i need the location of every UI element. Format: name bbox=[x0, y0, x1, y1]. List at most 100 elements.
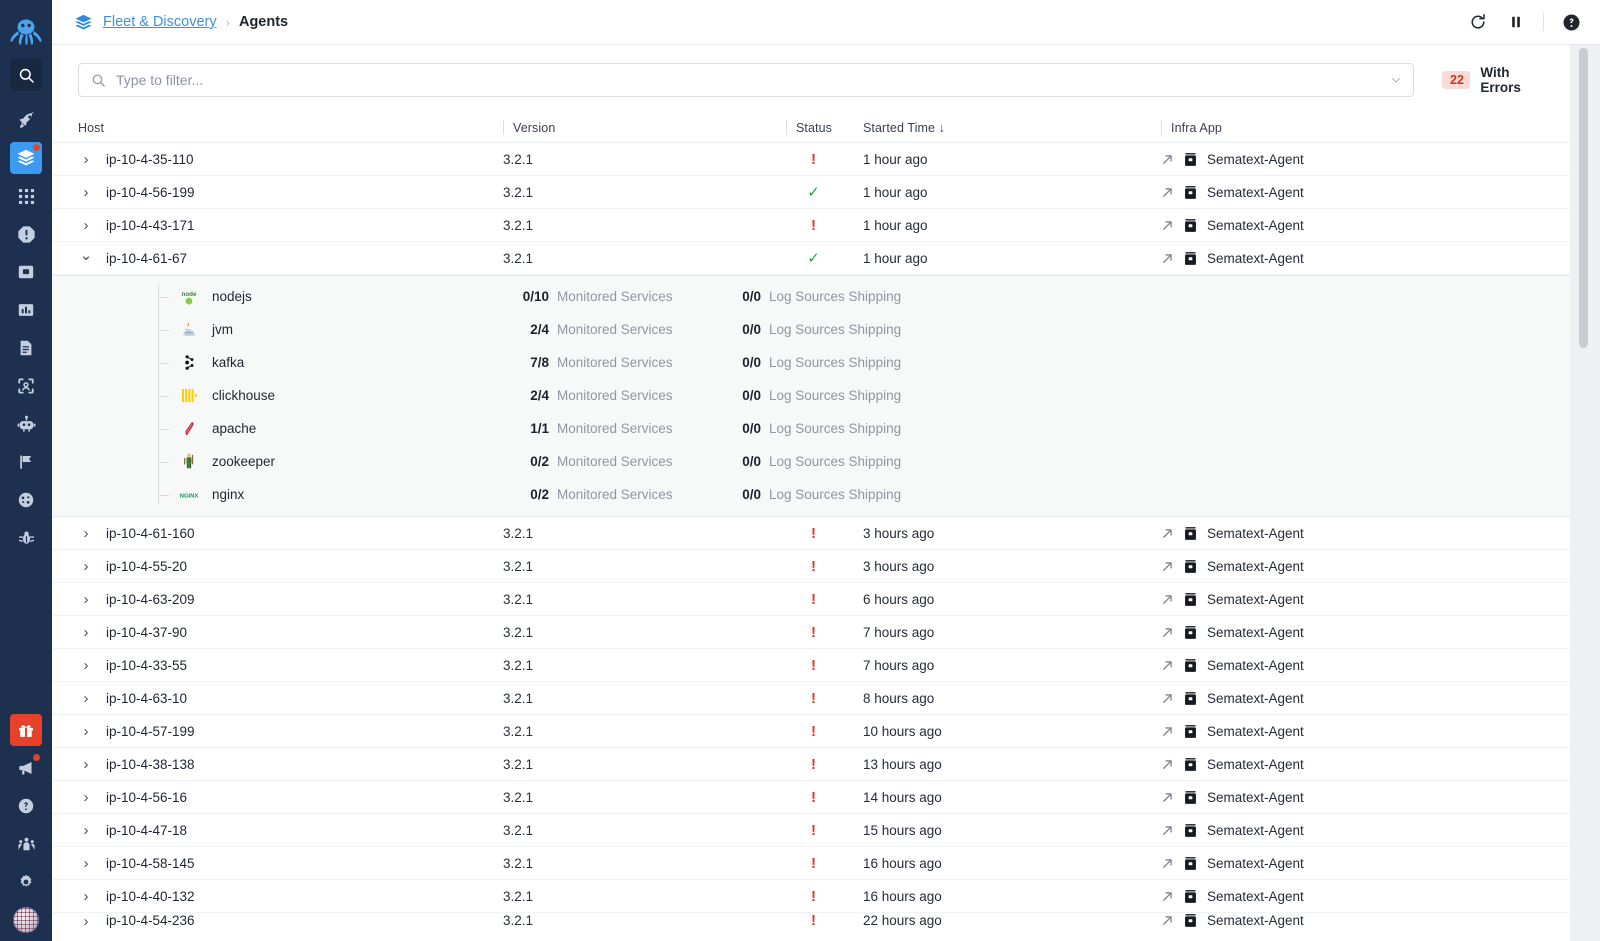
table-row[interactable]: › ip-10-4-63-209 3.2.1! 6 hours ago Sematext… bbox=[52, 583, 1570, 616]
account-avatar[interactable] bbox=[13, 907, 39, 933]
search-input[interactable] bbox=[116, 72, 1389, 88]
table-row[interactable]: › ip-10-4-58-145 3.2.1! 16 hours ago Sematex… bbox=[52, 847, 1570, 880]
table-row[interactable]: › ip-10-4-56-16 3.2.1! 14 hours ago Sematext… bbox=[52, 781, 1570, 814]
host-cell[interactable]: ip-10-4-56-199 bbox=[106, 185, 503, 200]
external-link-icon[interactable] bbox=[1161, 186, 1174, 199]
column-header-infra-app[interactable]: Infra App bbox=[1171, 121, 1222, 135]
table-row[interactable]: › ip-10-4-57-199 3.2.1! 10 hours ago Sematex… bbox=[52, 715, 1570, 748]
external-link-icon[interactable] bbox=[1161, 593, 1174, 606]
sidebar-item-gift[interactable] bbox=[10, 714, 42, 746]
column-header-host[interactable]: Host bbox=[78, 121, 104, 135]
sidebar-item-team[interactable] bbox=[10, 828, 42, 860]
column-header-version[interactable]: Version bbox=[513, 121, 555, 135]
sidebar-item-flags[interactable] bbox=[10, 446, 42, 478]
row-expand-toggle[interactable]: › bbox=[78, 525, 94, 542]
infra-app-cell[interactable]: Sematext-Agent bbox=[1161, 526, 1570, 541]
external-link-icon[interactable] bbox=[1161, 857, 1174, 870]
column-header-status[interactable]: Status bbox=[796, 121, 832, 135]
external-link-icon[interactable] bbox=[1161, 758, 1174, 771]
sidebar-item-announcements[interactable] bbox=[10, 752, 42, 784]
host-cell[interactable]: ip-10-4-63-209 bbox=[106, 592, 503, 607]
sidebar-item-alerts[interactable] bbox=[10, 218, 42, 250]
external-link-icon[interactable] bbox=[1161, 626, 1174, 639]
service-row[interactable]: jvm 2/4 Monitored Services 0/0 Log Sources S… bbox=[52, 313, 1570, 346]
scrollbar-thumb[interactable] bbox=[1579, 48, 1588, 348]
sidebar-item-reports[interactable] bbox=[10, 294, 42, 326]
host-cell[interactable]: ip-10-4-47-18 bbox=[106, 823, 503, 838]
table-row[interactable]: › ip-10-4-54-236 3.2.1! 22 hours ago Sematex… bbox=[52, 913, 1570, 935]
external-link-icon[interactable] bbox=[1161, 252, 1174, 265]
with-errors-filter[interactable]: 22 With Errors bbox=[1442, 65, 1546, 95]
sidebar-item-logs[interactable] bbox=[10, 332, 42, 364]
row-expand-toggle[interactable]: › bbox=[78, 888, 94, 905]
table-row[interactable]: › ip-10-4-35-110 3.2.1! 1 hour ago Sematext-… bbox=[52, 143, 1570, 176]
host-cell[interactable]: ip-10-4-63-10 bbox=[106, 691, 503, 706]
sidebar-item-experience[interactable] bbox=[10, 484, 42, 516]
table-row[interactable]: › ip-10-4-63-10 3.2.1! 8 hours ago Sematext-… bbox=[52, 682, 1570, 715]
sidebar-item-bots[interactable] bbox=[10, 408, 42, 440]
external-link-icon[interactable] bbox=[1161, 560, 1174, 573]
external-link-icon[interactable] bbox=[1161, 659, 1174, 672]
column-header-started-time[interactable]: Started Time ↓ bbox=[863, 121, 945, 135]
filter-search-box[interactable] bbox=[78, 63, 1414, 97]
external-link-icon[interactable] bbox=[1161, 219, 1174, 232]
service-row[interactable]: kafka 7/8 Monitored Services 0/0 Log Sources… bbox=[52, 346, 1570, 379]
sidebar-item-synthetics[interactable] bbox=[10, 370, 42, 402]
infra-app-cell[interactable]: Sematext-Agent bbox=[1161, 889, 1570, 904]
row-expand-toggle[interactable]: › bbox=[78, 756, 94, 773]
row-expand-toggle[interactable]: › bbox=[78, 184, 94, 201]
infra-app-cell[interactable]: Sematext-Agent bbox=[1161, 592, 1570, 607]
sidebar-item-search[interactable] bbox=[10, 59, 42, 91]
sidebar-item-settings[interactable] bbox=[10, 866, 42, 898]
host-cell[interactable]: ip-10-4-37-90 bbox=[106, 625, 503, 640]
pause-icon[interactable] bbox=[1505, 11, 1527, 33]
row-expand-toggle[interactable]: › bbox=[78, 822, 94, 839]
service-row[interactable]: NGINX nginx 0/2 Monitored Services 0/0 Log So… bbox=[52, 478, 1570, 511]
host-cell[interactable]: ip-10-4-58-145 bbox=[106, 856, 503, 871]
row-expand-toggle[interactable]: › bbox=[78, 690, 94, 707]
table-row[interactable]: › ip-10-4-33-55 3.2.1! 7 hours ago Sematext-… bbox=[52, 649, 1570, 682]
host-cell[interactable]: ip-10-4-55-20 bbox=[106, 559, 503, 574]
host-cell[interactable]: ip-10-4-35-110 bbox=[106, 152, 503, 167]
service-row[interactable]: zookeeper 0/2 Monitored Services 0/0 Log Sou… bbox=[52, 445, 1570, 478]
infra-app-cell[interactable]: Sematext-Agent bbox=[1161, 790, 1570, 805]
infra-app-cell[interactable]: Sematext-Agent bbox=[1161, 559, 1570, 574]
row-expand-toggle[interactable]: › bbox=[78, 723, 94, 740]
service-row[interactable]: clickhouse 2/4 Monitored Services 0/0 Log So… bbox=[52, 379, 1570, 412]
infra-app-cell[interactable]: Sematext-Agent bbox=[1161, 913, 1570, 928]
infra-app-cell[interactable]: Sematext-Agent bbox=[1161, 251, 1570, 266]
external-link-icon[interactable] bbox=[1161, 725, 1174, 738]
infra-app-cell[interactable]: Sematext-Agent bbox=[1161, 658, 1570, 673]
external-link-icon[interactable] bbox=[1161, 527, 1174, 540]
infra-app-cell[interactable]: Sematext-Agent bbox=[1161, 757, 1570, 772]
table-row[interactable]: › ip-10-4-56-199 3.2.1 ✓ 1 hour ago Sematext-… bbox=[52, 176, 1570, 209]
table-row[interactable]: ⌄ ip-10-4-61-67 3.2.1 ✓ 1 hour ago Sematext-A… bbox=[52, 242, 1570, 275]
external-link-icon[interactable] bbox=[1161, 153, 1174, 166]
host-cell[interactable]: ip-10-4-38-138 bbox=[106, 757, 503, 772]
host-cell[interactable]: ip-10-4-54-236 bbox=[106, 913, 503, 928]
infra-app-cell[interactable]: Sematext-Agent bbox=[1161, 691, 1570, 706]
infra-app-cell[interactable]: Sematext-Agent bbox=[1161, 185, 1570, 200]
row-expand-toggle[interactable]: › bbox=[78, 558, 94, 575]
row-expand-toggle[interactable]: › bbox=[78, 789, 94, 806]
table-row[interactable]: › ip-10-4-37-90 3.2.1! 7 hours ago Sematext-… bbox=[52, 616, 1570, 649]
host-cell[interactable]: ip-10-4-40-132 bbox=[106, 889, 503, 904]
infra-app-cell[interactable]: Sematext-Agent bbox=[1161, 856, 1570, 871]
host-cell[interactable]: ip-10-4-61-160 bbox=[106, 526, 503, 541]
infra-app-cell[interactable]: Sematext-Agent bbox=[1161, 724, 1570, 739]
external-link-icon[interactable] bbox=[1161, 914, 1174, 927]
infra-app-cell[interactable]: Sematext-Agent bbox=[1161, 625, 1570, 640]
table-row[interactable]: › ip-10-4-61-160 3.2.1! 3 hours ago Sematext… bbox=[52, 517, 1570, 550]
row-expand-toggle[interactable]: › bbox=[78, 913, 94, 930]
sidebar-item-errors[interactable] bbox=[10, 522, 42, 554]
infra-app-cell[interactable]: Sematext-Agent bbox=[1161, 218, 1570, 233]
row-expand-toggle[interactable]: › bbox=[78, 855, 94, 872]
host-cell[interactable]: ip-10-4-57-199 bbox=[106, 724, 503, 739]
vertical-scrollbar[interactable] bbox=[1570, 45, 1600, 941]
breadcrumb-parent-link[interactable]: Fleet & Discovery bbox=[103, 14, 217, 30]
host-cell[interactable]: ip-10-4-33-55 bbox=[106, 658, 503, 673]
sidebar-item-inbox[interactable] bbox=[10, 256, 42, 288]
service-row[interactable]: node nodejs 0/10 Monitored Services 0/0 Log S… bbox=[52, 280, 1570, 313]
row-expand-toggle[interactable]: ⌄ bbox=[78, 246, 94, 264]
infra-app-cell[interactable]: Sematext-Agent bbox=[1161, 823, 1570, 838]
